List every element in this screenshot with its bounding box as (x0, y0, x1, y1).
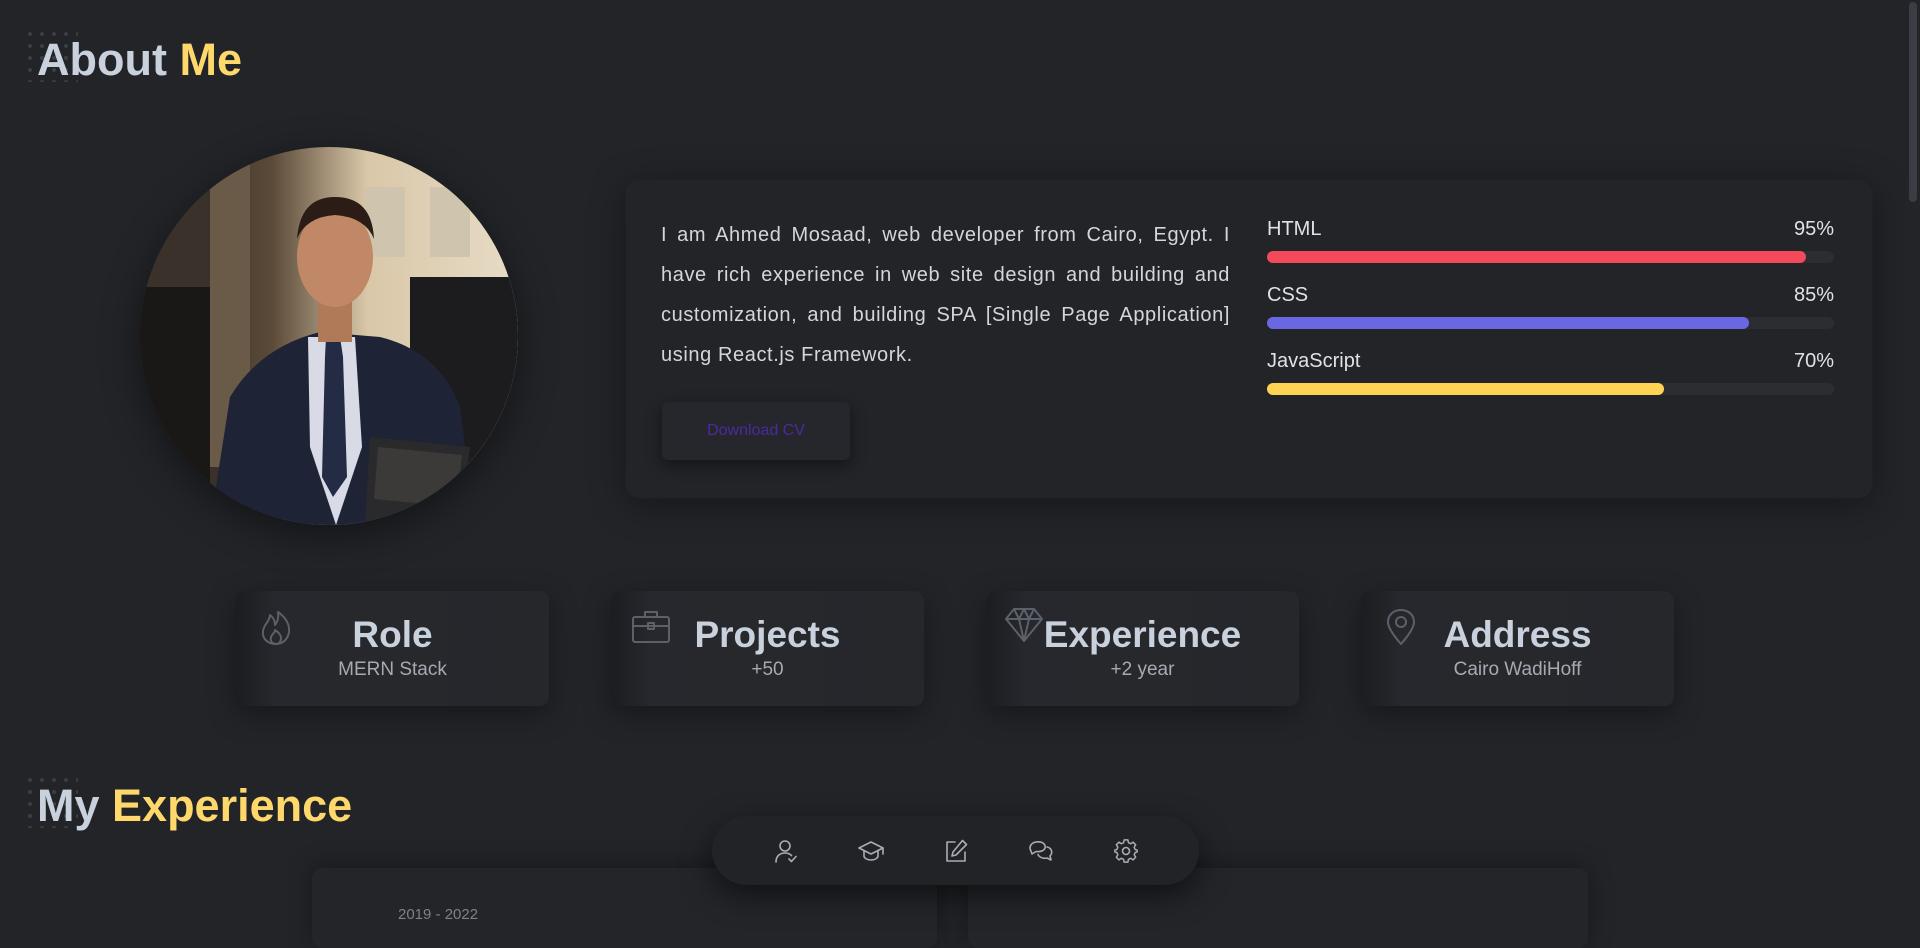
skill-percent: 85% (1793, 284, 1834, 306)
scrollbar-thumb[interactable] (1909, 2, 1917, 202)
nav-about-button[interactable] (772, 837, 800, 865)
skill-bar-fill (1267, 383, 1664, 395)
nav-contact-button[interactable] (1027, 837, 1055, 865)
skill-bar-fill (1267, 317, 1749, 329)
skill-track (1267, 251, 1834, 263)
info-card-title: Role (352, 614, 433, 655)
about-bio: I am Ahmed Mosaad, web developer from Ca… (661, 224, 1230, 366)
info-card-title: Address (1443, 614, 1592, 655)
experience-section-title: My Experience (37, 780, 352, 832)
chat-icon (1028, 840, 1052, 861)
gear-icon (1113, 838, 1138, 863)
skill-track (1267, 383, 1834, 395)
nav-education-button[interactable] (857, 837, 885, 865)
info-card-projects: Projects +50 (611, 591, 924, 706)
user-icon (774, 839, 797, 863)
info-card-value: MERN Stack (338, 659, 447, 680)
graduation-cap-icon (857, 840, 884, 861)
download-cv-button[interactable]: Download CV (662, 402, 850, 460)
skill-name: HTML (1267, 218, 1322, 240)
nav-settings-button[interactable] (1112, 837, 1140, 865)
page-scrollbar[interactable] (1906, 0, 1920, 917)
skill-percent: 70% (1793, 350, 1834, 372)
skill-name: JavaScript (1267, 350, 1361, 372)
about-section-title: About Me (37, 34, 242, 86)
info-card-title: Experience (1043, 614, 1242, 655)
profile-photo (140, 147, 518, 525)
skill-javascript: JavaScript 70% (1267, 350, 1834, 416)
info-card-value: +2 year (1110, 659, 1175, 680)
info-card-title: Projects (694, 614, 841, 655)
info-card-value: +50 (751, 659, 784, 680)
skill-bar-fill (1267, 251, 1806, 263)
skill-percent: 95% (1793, 218, 1834, 240)
skill-track (1267, 317, 1834, 329)
info-card-role: Role MERN Stack (236, 591, 549, 706)
skills-list: HTML 95% CSS 85% JavaScript 70% (1267, 218, 1834, 416)
edit-icon (945, 839, 967, 862)
experience-title-prefix: My (37, 780, 100, 831)
info-card-address: Address Cairo WadiHoff (1361, 591, 1674, 706)
skill-css: CSS 85% (1267, 284, 1834, 350)
about-title-accent: Me (179, 34, 242, 85)
experience-title-accent: Experience (112, 780, 353, 831)
skill-name: CSS (1267, 284, 1309, 306)
info-card-experience: Experience +2 year (986, 591, 1299, 706)
skill-html: HTML 95% (1267, 218, 1834, 284)
about-title-prefix: About (37, 34, 167, 85)
info-card-value: Cairo WadiHoff (1453, 659, 1582, 680)
about-card: I am Ahmed Mosaad, web developer from Ca… (626, 180, 1872, 498)
experience-date: 2019 - 2022 (398, 906, 479, 923)
bottom-nav (712, 816, 1199, 885)
nav-portfolio-button[interactable] (942, 837, 970, 865)
